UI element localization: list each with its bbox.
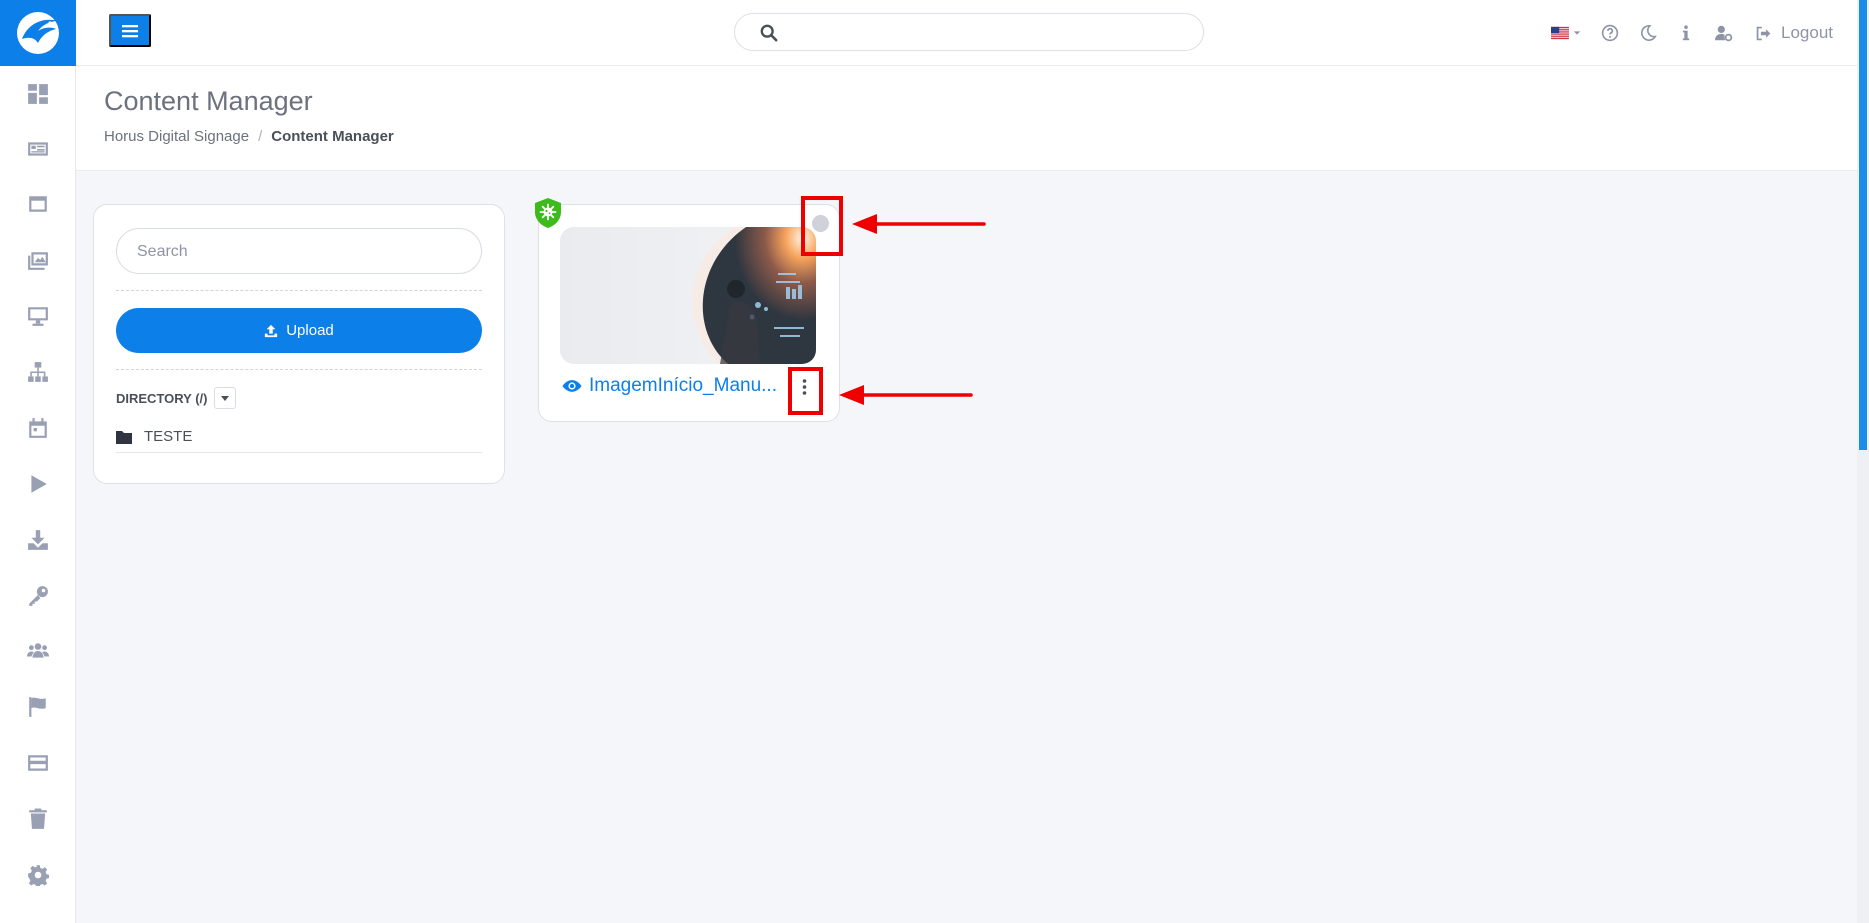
upload-button[interactable]: Upload xyxy=(116,308,482,353)
folder-icon xyxy=(116,430,132,444)
users-icon[interactable] xyxy=(0,631,76,671)
hamburger-icon xyxy=(122,24,138,37)
content-name-link[interactable]: ImagemInício_Manu... xyxy=(562,375,777,397)
user-settings-icon[interactable] xyxy=(1715,13,1733,53)
shield-virus-icon xyxy=(535,198,561,228)
sitemap-icon[interactable] xyxy=(0,352,76,392)
sidebar xyxy=(0,0,76,923)
content-thumbnail[interactable] xyxy=(560,227,816,364)
folder-name: TESTE xyxy=(144,428,193,445)
window-icon[interactable] xyxy=(0,184,76,224)
help-icon[interactable] xyxy=(1601,13,1619,53)
breadcrumb-current: Content Manager xyxy=(271,128,394,145)
highlight-box-select xyxy=(801,196,843,256)
play-icon[interactable] xyxy=(0,464,76,504)
global-search-input[interactable] xyxy=(791,20,1191,46)
logout-label: Logout xyxy=(1781,23,1833,42)
gear-icon[interactable] xyxy=(0,855,76,895)
key-icon[interactable] xyxy=(0,576,76,616)
monitor-icon[interactable] xyxy=(0,296,76,336)
scrollbar-thumb[interactable] xyxy=(1859,0,1867,450)
upload-icon xyxy=(265,324,278,337)
caret-down-icon xyxy=(220,396,229,401)
annotation-arrow-icon xyxy=(852,214,986,234)
divider xyxy=(116,290,482,291)
trash-icon[interactable] xyxy=(0,799,76,839)
page-scrollbar[interactable] xyxy=(1857,0,1869,923)
language-selector[interactable] xyxy=(1551,13,1581,53)
info-icon[interactable] xyxy=(1677,13,1695,53)
images-icon[interactable] xyxy=(0,240,76,280)
file-browser-panel: Upload DIRECTORY (/) TESTE xyxy=(93,204,505,484)
thumbnail-image xyxy=(560,227,816,364)
page-title: Content Manager xyxy=(104,86,313,116)
breadcrumb: Horus Digital Signage / Content Manager xyxy=(104,128,394,145)
upload-label: Upload xyxy=(286,322,334,339)
card-icon[interactable] xyxy=(0,743,76,783)
content-name: ImagemInício_Manu... xyxy=(589,375,777,396)
news-icon[interactable] xyxy=(0,129,76,169)
us-flag-icon xyxy=(1551,26,1569,40)
breadcrumb-home-link[interactable]: Horus Digital Signage xyxy=(104,128,249,145)
dashboard-icon[interactable] xyxy=(0,74,76,114)
directory-dropdown-button[interactable] xyxy=(213,387,236,409)
hamburger-menu-button[interactable] xyxy=(109,14,151,47)
logout-icon xyxy=(1756,26,1771,40)
directory-header: DIRECTORY (/) xyxy=(116,387,236,409)
annotation-arrow-icon xyxy=(839,385,973,405)
logout-button[interactable]: Logout xyxy=(1755,23,1833,43)
topbar-actions: Logout xyxy=(1541,0,1869,66)
calendar-icon[interactable] xyxy=(0,408,76,448)
divider xyxy=(116,369,482,370)
directory-label: DIRECTORY (/) xyxy=(116,390,208,406)
eagle-logo-icon[interactable] xyxy=(0,0,76,66)
search-icon xyxy=(760,24,778,42)
dark-mode-icon[interactable] xyxy=(1639,13,1657,53)
folder-item[interactable]: TESTE xyxy=(116,421,482,453)
breadcrumb-separator: / xyxy=(258,128,263,145)
eye-icon xyxy=(562,380,582,392)
download-icon[interactable] xyxy=(0,520,76,560)
highlight-box-menu xyxy=(788,367,823,415)
global-search-box[interactable] xyxy=(734,13,1204,51)
file-search-input[interactable] xyxy=(137,240,467,264)
topbar: Logout xyxy=(76,0,1869,66)
file-search-box[interactable] xyxy=(116,228,482,274)
flag-icon[interactable] xyxy=(0,687,76,727)
caret-down-icon xyxy=(1573,31,1581,35)
page-header: Content Manager Horus Digital Signage / … xyxy=(76,66,1857,171)
